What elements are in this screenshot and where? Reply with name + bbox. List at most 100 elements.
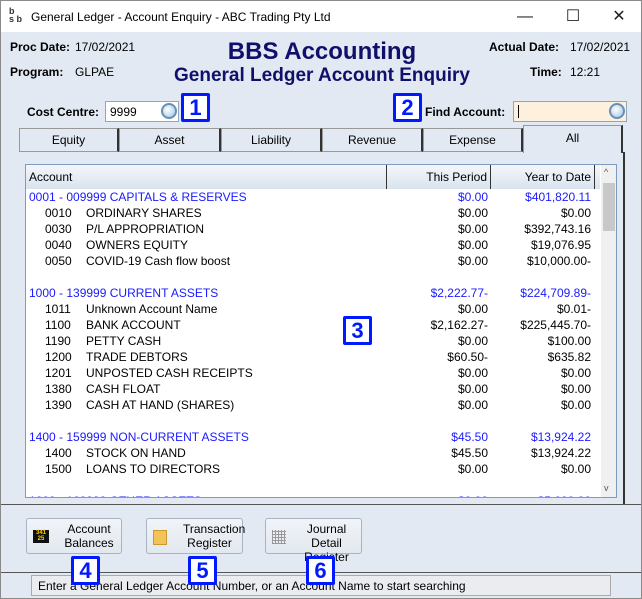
table-row[interactable]: 1190 PETTY CASH $0.00 $100.00 — [26, 333, 598, 349]
group-name: 1000 - 139999 CURRENT ASSETS — [29, 286, 219, 300]
window-title: General Ledger - Account Enquiry - ABC T… — [31, 10, 331, 24]
table-row[interactable]: 1380 CASH FLOAT $0.00 $0.00 — [26, 381, 598, 397]
button-label-line1: Transaction — [183, 522, 246, 536]
status-message: Enter a General Ledger Account Number, o… — [38, 579, 466, 593]
account-code: 1500 — [45, 462, 72, 476]
this-period-value: $0.00 — [457, 254, 488, 268]
group-row[interactable]: 1400 - 159999 NON-CURRENT ASSETS $45.50 $1… — [26, 429, 598, 445]
table-row[interactable]: 1500 LOANS TO DIRECTORS $0.00 $0.00 — [26, 461, 598, 477]
account-name: COVID-19 Cash flow boost — [86, 254, 231, 268]
group-row[interactable]: 1000 - 139999 CURRENT ASSETS $2,222.77- $2… — [26, 285, 598, 301]
column-header-account[interactable]: Account — [26, 165, 387, 189]
time-label: Time: — [530, 65, 562, 79]
scroll-down-icon[interactable]: v — [604, 483, 609, 493]
actual-date-value: 17/02/2021 — [570, 40, 631, 54]
this-period-value: $0.00 — [457, 334, 488, 348]
transaction-register-icon — [153, 530, 167, 545]
tab-equity[interactable]: Equity — [19, 128, 119, 152]
button-label-line2: Register — [187, 536, 232, 550]
tab-asset[interactable]: Asset — [119, 128, 221, 152]
scroll-up-icon[interactable]: ^ — [604, 167, 608, 177]
actual-date-label: Actual Date: — [489, 40, 560, 54]
account-name: OWNERS EQUITY — [86, 238, 189, 252]
tab-liability[interactable]: Liability — [221, 128, 322, 152]
callout-badge-4: 4 — [71, 556, 100, 585]
group-row[interactable]: 0001 - 009999 CAPITALS & RESERVES $0.00 $4… — [26, 189, 598, 205]
search-icon[interactable] — [161, 103, 177, 119]
button-label-line1: Account — [67, 522, 111, 536]
button-label-line1: Journal Detail — [306, 522, 347, 550]
callout-badge-2: 2 — [393, 93, 422, 122]
journal-grid-icon — [272, 530, 286, 544]
account-code: 0030 — [45, 222, 72, 236]
table-row[interactable]: 1201 UNPOSTED CASH RECEIPTS $0.00 $0.00 — [26, 365, 598, 381]
tab-expense[interactable]: Expense — [423, 128, 523, 152]
group-name: 1400 - 159999 NON-CURRENT ASSETS — [29, 430, 249, 444]
account-name: TRADE DEBTORS — [86, 350, 188, 364]
table-row[interactable]: 1100 BANK ACCOUNT $2,162.27- $225,445.70- — [26, 317, 598, 333]
account-code: 0050 — [45, 254, 72, 268]
vertical-scrollbar[interactable]: ^ v — [601, 165, 616, 497]
button-label: Transaction Register — [183, 522, 246, 550]
this-period-value: $0.00 — [457, 238, 488, 252]
year-to-date-value: $401,820.11 — [525, 190, 591, 204]
year-to-date-value: $0.00 — [560, 382, 591, 396]
account-name: ORDINARY SHARES — [86, 206, 202, 220]
callout-badge-5: 5 — [188, 556, 217, 585]
account-name: Unknown Account Name — [86, 302, 218, 316]
title-bar: bs b General Ledger - Account Enquiry - … — [1, 1, 641, 32]
account-code: 1380 — [45, 382, 72, 396]
divider — [1, 504, 641, 505]
year-to-date-value: $392,743.16 — [524, 222, 591, 236]
account-name: CASH AT HAND (SHARES) — [86, 398, 235, 412]
column-header-year-to-date[interactable]: Year to Date — [491, 165, 595, 189]
this-period-value: $0.00 — [457, 398, 488, 412]
this-period-value: $0.00 — [457, 190, 488, 204]
bbs-logo-icon: bs b — [9, 6, 23, 24]
journal-detail-register-button[interactable]: Journal DetailRegister — [265, 518, 362, 564]
year-to-date-value: $0.00 — [560, 366, 591, 380]
this-period-value: $2,162.27- — [430, 318, 488, 332]
group-row[interactable]: 1600 - 169999 OTHER ASSETS $0.00 $5,600.00 — [26, 493, 598, 497]
this-period-value: $0.00 — [457, 222, 488, 236]
tab-all[interactable]: All — [523, 125, 623, 153]
table-row[interactable]: 0040 OWNERS EQUITY $0.00 $19,076.95 — [26, 237, 598, 253]
column-header-this-period[interactable]: This Period — [387, 165, 491, 189]
tab-revenue[interactable]: Revenue — [322, 128, 423, 152]
accounts-table[interactable]: Account This Period Year to Date 0001 - … — [25, 164, 617, 498]
account-name: CASH FLOAT — [86, 382, 161, 396]
account-code: 0010 — [45, 206, 72, 220]
year-to-date-value: $0.01- — [556, 302, 591, 316]
time-value: 12:21 — [570, 65, 601, 79]
scroll-thumb[interactable] — [603, 183, 615, 231]
table-row[interactable]: 1390 CASH AT HAND (SHARES) $0.00 $0.00 — [26, 397, 598, 413]
table-row[interactable]: 0050 COVID-19 Cash flow boost $0.00 $10,000… — [26, 253, 598, 269]
table-row[interactable]: 1011 Unknown Account Name $0.00 $0.01- — [26, 301, 598, 317]
minimize-button[interactable]: — — [505, 5, 545, 29]
maximize-button[interactable]: ☐ — [553, 5, 593, 29]
account-name: PETTY CASH — [86, 334, 162, 348]
year-to-date-value: $635.82 — [547, 350, 591, 364]
button-label-line2: Balances — [64, 536, 114, 550]
search-icon[interactable] — [609, 103, 625, 119]
table-row[interactable]: 0030 P/L APPROPRIATION $0.00 $392,743.16 — [26, 221, 598, 237]
year-to-date-value: $0.00 — [560, 206, 591, 220]
year-to-date-value: $0.00 — [560, 398, 591, 412]
cost-centre-label: Cost Centre: — [27, 105, 100, 119]
close-button[interactable]: ✕ — [599, 5, 639, 29]
this-period-value: $2,222.77- — [430, 286, 488, 300]
this-period-value: $0.00 — [457, 206, 488, 220]
this-period-value: $45.50 — [451, 430, 488, 444]
year-to-date-value: $225,445.70- — [520, 318, 591, 332]
group-name: 0001 - 009999 CAPITALS & RESERVES — [29, 190, 247, 204]
button-label: Account Balances — [63, 522, 115, 550]
callout-badge-6: 6 — [306, 556, 335, 585]
this-period-value: $0.00 — [457, 382, 488, 396]
table-row[interactable]: 0010 ORDINARY SHARES $0.00 $0.00 — [26, 205, 598, 221]
account-code: 0040 — [45, 238, 72, 252]
transaction-register-button[interactable]: Transaction Register — [146, 518, 246, 554]
table-row[interactable]: 1400 STOCK ON HAND $45.50 $13,924.22 — [26, 445, 598, 461]
account-balances-button[interactable]: 341 25 Account Balances — [26, 518, 122, 554]
account-name: P/L APPROPRIATION — [86, 222, 205, 236]
table-row[interactable]: 1200 TRADE DEBTORS $60.50- $635.82 — [26, 349, 598, 365]
